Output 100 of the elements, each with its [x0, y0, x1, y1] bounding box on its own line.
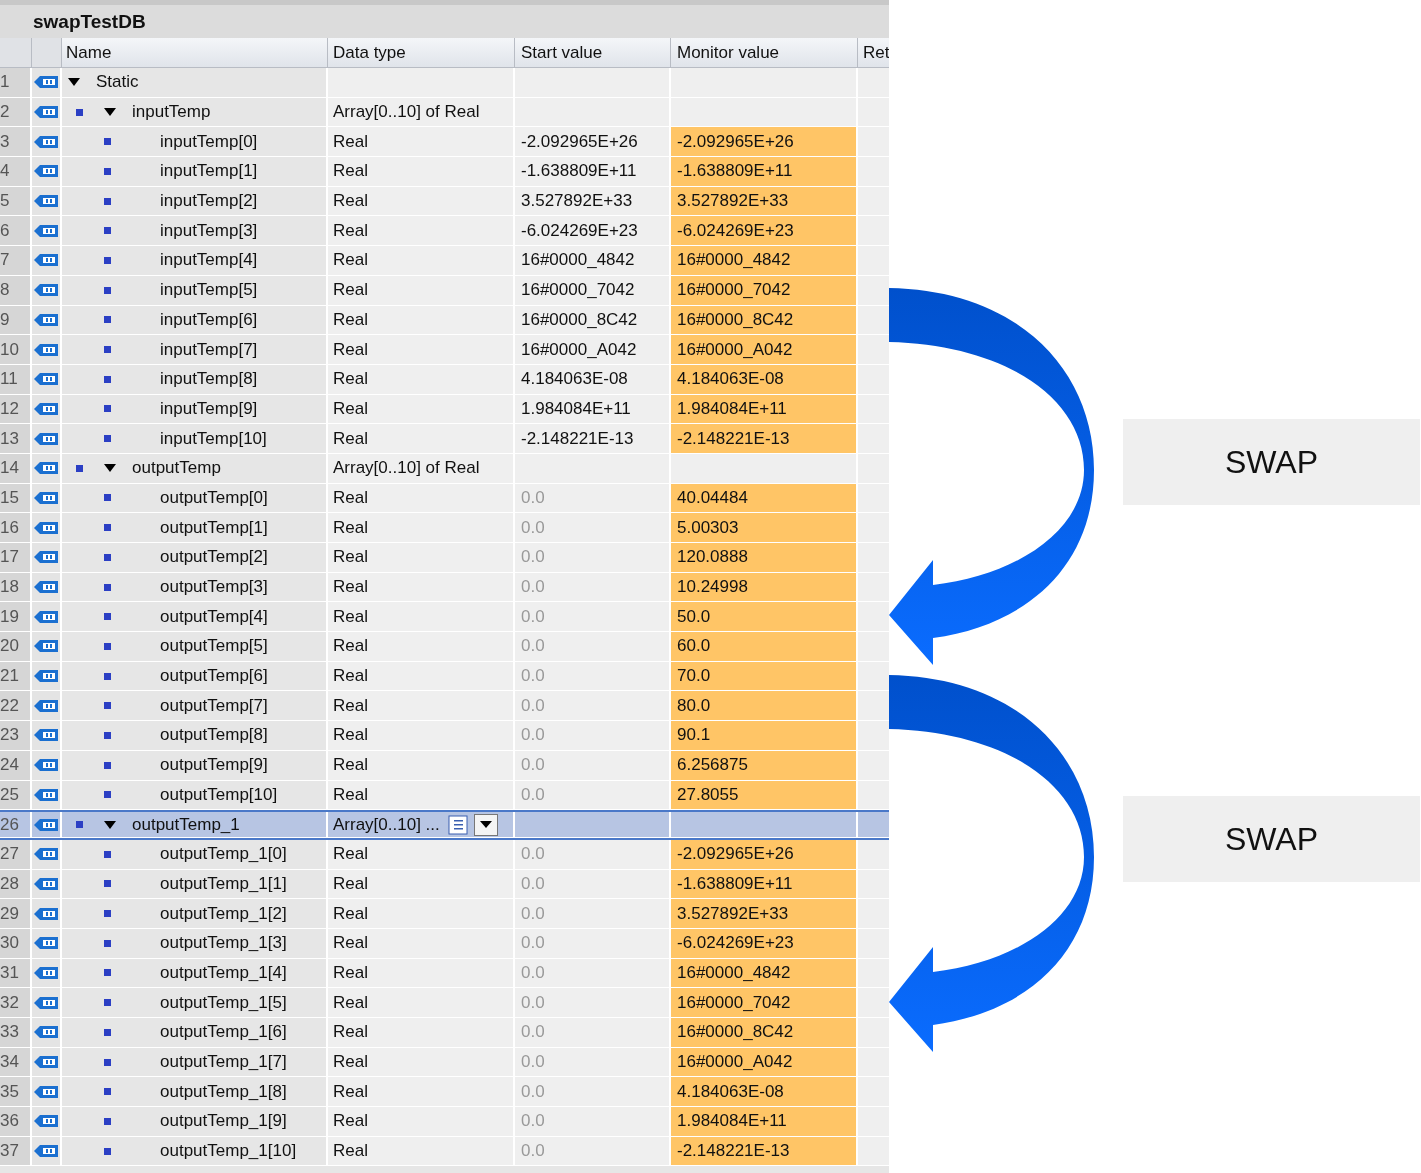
start-value: -2.092965E+26 [521, 131, 638, 152]
row-number: 22 [0, 691, 32, 722]
table-row[interactable]: 21 outputTemp[6] Real 0.0 70.0 [0, 661, 889, 692]
expand-triangle-icon[interactable] [104, 820, 116, 829]
expand-triangle-icon[interactable] [104, 108, 116, 117]
table-row[interactable]: 37 outputTemp_1[10] Real 0.0 -2.148221E-13 [0, 1136, 889, 1167]
square-marker-icon [76, 108, 83, 116]
tag-icon [34, 134, 58, 149]
square-marker-icon [104, 642, 111, 650]
start-value: 16#0000_8C42 [521, 309, 638, 330]
table-row[interactable]: 19 outputTemp[4] Real 0.0 50.0 [0, 602, 889, 633]
start-value: 0.0 [521, 784, 545, 805]
table-row[interactable]: 33 outputTemp_1[6] Real 0.0 16#0000_8C42 [0, 1018, 889, 1048]
table-row[interactable]: 4 inputTemp[1] Real -1.638809E+11 -1.638809E+11 [0, 157, 889, 187]
dropdown-button[interactable] [473, 813, 498, 836]
table-row[interactable]: 29 outputTemp_1[2] Real 0.0 3.527892E+33 [0, 899, 889, 929]
swap-label: SWAP [1123, 419, 1420, 505]
table-row[interactable]: 18 outputTemp[3] Real 0.0 10.24998 [0, 572, 889, 603]
table-row[interactable]: 22 outputTemp[7] Real 0.0 80.0 [0, 691, 889, 722]
start-value: 16#0000_A042 [521, 339, 637, 360]
table-row[interactable]: 12 inputTemp[9] Real 1.984084E+11 1.984084E+11 [0, 394, 889, 425]
table-row[interactable]: 17 outputTemp[2] Real 0.0 120.0888 [0, 543, 889, 573]
row-number: 36 [0, 1107, 32, 1137]
table-row[interactable]: 28 outputTemp_1[1] Real 0.0 -1.638809E+11 [0, 869, 889, 900]
square-marker-icon [104, 375, 111, 383]
tag-icon [34, 669, 58, 684]
tag-icon [34, 194, 58, 209]
tag-name: inputTemp[6] [160, 309, 258, 330]
square-marker-icon [104, 1147, 111, 1155]
table-row[interactable]: 35 outputTemp_1[8] Real 0.0 4.184063E-08 [0, 1077, 889, 1108]
table-row[interactable]: 16 outputTemp[1] Real 0.0 5.00303 [0, 513, 889, 543]
table-row[interactable]: 32 outputTemp_1[5] Real 0.0 16#0000_7042 [0, 988, 889, 1018]
row-number: 19 [0, 602, 32, 633]
tag-icon [34, 164, 58, 179]
table-row[interactable]: 11 inputTemp[8] Real 4.184063E-08 4.184063E-08 [0, 364, 889, 395]
row-number: 23 [0, 721, 32, 751]
square-marker-icon [104, 613, 111, 621]
monitor-value: 60.0 [671, 632, 858, 662]
table-row[interactable]: 31 outputTemp_1[4] Real 0.0 16#0000_4842 [0, 958, 889, 989]
table-row[interactable]: 2 inputTemp Array[0..10] of Real [0, 97, 889, 128]
monitor-value: 90.1 [671, 721, 858, 751]
row-number: 28 [0, 869, 32, 900]
row-number: 3 [0, 127, 32, 158]
row-number: 5 [0, 186, 32, 217]
list-icon[interactable] [447, 814, 468, 835]
row-number: 34 [0, 1047, 32, 1078]
table-row[interactable]: 15 outputTemp[0] Real 0.0 40.04484 [0, 483, 889, 514]
table-row[interactable]: 34 outputTemp_1[7] Real 0.0 16#0000_A042 [0, 1047, 889, 1078]
square-marker-icon [104, 138, 111, 146]
table-row[interactable]: 8 inputTemp[5] Real 16#0000_7042 16#0000_7042 [0, 275, 889, 306]
start-value: 3.527892E+33 [521, 191, 633, 212]
table-row[interactable]: 20 outputTemp[5] Real 0.0 60.0 [0, 632, 889, 662]
monitor-value: 4.184063E-08 [671, 364, 858, 395]
table-row[interactable]: 3 inputTemp[0] Real -2.092965E+26 -2.092965E+26 [0, 127, 889, 158]
monitor-value: 16#0000_7042 [671, 275, 858, 306]
tag-icon [34, 817, 58, 832]
start-value: 0.0 [521, 636, 545, 657]
table-row[interactable]: 23 outputTemp[8] Real 0.0 90.1 [0, 721, 889, 751]
tag-name: inputTemp[2] [160, 191, 258, 212]
row-number: 4 [0, 157, 32, 187]
tag-name: outputTemp[0] [160, 487, 268, 508]
monitor-value: 6.256875 [671, 750, 858, 781]
table-row[interactable]: 30 outputTemp_1[3] Real 0.0 -6.024269E+23 [0, 928, 889, 959]
data-type: Real [333, 1052, 368, 1073]
data-type: Real [333, 1022, 368, 1043]
square-marker-icon [104, 316, 111, 324]
row-number: 30 [0, 928, 32, 959]
table-row[interactable]: 14 outputTemp Array[0..10] of Real [0, 453, 889, 484]
monitor-value: -1.638809E+11 [671, 157, 858, 187]
table-row[interactable]: 13 inputTemp[10] Real -2.148221E-13 -2.148221E-13 [0, 424, 889, 454]
monitor-value: 3.527892E+33 [671, 186, 858, 217]
tag-name: inputTemp[4] [160, 250, 258, 271]
table-row[interactable]: 1 Static [0, 68, 889, 98]
data-type: Real [333, 220, 368, 241]
row-number: 31 [0, 958, 32, 989]
monitor-value: 70.0 [671, 661, 858, 692]
table-row[interactable]: 9 inputTemp[6] Real 16#0000_8C42 16#0000_8C42 [0, 305, 889, 336]
data-type: Real [333, 428, 368, 449]
expand-triangle-icon[interactable] [104, 464, 116, 473]
table-row[interactable]: 36 outputTemp_1[9] Real 0.0 1.984084E+11 [0, 1107, 889, 1137]
table-row[interactable]: 24 outputTemp[9] Real 0.0 6.256875 [0, 750, 889, 781]
data-type: Real [333, 903, 368, 924]
square-marker-icon [104, 405, 111, 413]
data-type: Real [333, 666, 368, 687]
table-row[interactable]: 7 inputTemp[4] Real 16#0000_4842 16#0000_4842 [0, 246, 889, 276]
monitor-value: 40.04484 [671, 483, 858, 514]
data-type: Real [333, 369, 368, 390]
table-row[interactable]: 5 inputTemp[2] Real 3.527892E+33 3.527892E+33 [0, 186, 889, 217]
row-number: 1 [0, 68, 32, 98]
data-type: Real [333, 547, 368, 568]
monitor-value: 4.184063E-08 [671, 1077, 858, 1108]
start-value: 0.0 [521, 725, 545, 746]
expand-triangle-icon[interactable] [68, 78, 80, 87]
square-marker-icon [104, 346, 111, 354]
table-row[interactable]: 27 outputTemp_1[0] Real 0.0 -2.092965E+26 [0, 839, 889, 870]
table-row[interactable]: 6 inputTemp[3] Real -6.024269E+23 -6.024269E+23 [0, 216, 889, 247]
table-row[interactable]: 26 outputTemp_1 Array[0..10] ... [0, 810, 889, 840]
table-row[interactable]: 25 outputTemp[10] Real 0.0 27.8055 [0, 780, 889, 811]
table-row[interactable]: 10 inputTemp[7] Real 16#0000_A042 16#0000_A042 [0, 335, 889, 365]
data-type: Real [333, 755, 368, 776]
